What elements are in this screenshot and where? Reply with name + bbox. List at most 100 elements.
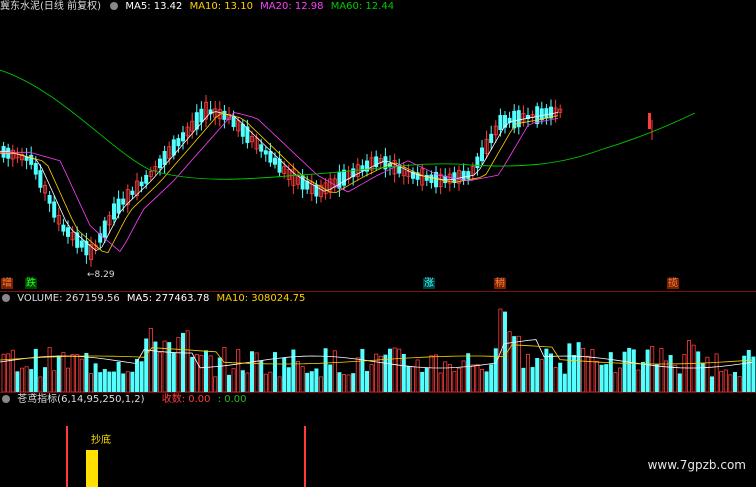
- volume-bar: [341, 374, 346, 392]
- volume-bar: [199, 354, 204, 392]
- volume-bar: [654, 364, 659, 392]
- volume-bar: [98, 372, 103, 392]
- chaodi-bar: [86, 450, 98, 487]
- volume-bar: [401, 353, 406, 392]
- volume-bar: [438, 372, 443, 392]
- volume-bar: [526, 353, 531, 392]
- volume-bar: [167, 342, 172, 392]
- volume-bar: [213, 376, 218, 392]
- volume-bar: [507, 331, 512, 392]
- volume-chart: [0, 308, 756, 392]
- volume-bar: [121, 373, 126, 392]
- volume-bar: [539, 359, 544, 392]
- candle-body: [47, 195, 52, 204]
- volume-bar: [461, 360, 466, 392]
- volume-bar: [424, 367, 429, 392]
- volume-bar: [254, 352, 259, 392]
- volume-bar: [622, 351, 627, 392]
- volume-bar: [475, 363, 480, 392]
- volume-bar: [387, 348, 392, 392]
- volume-bar: [75, 354, 80, 392]
- signal-line: [66, 426, 68, 487]
- candle-body: [61, 224, 66, 232]
- volume-bar: [650, 345, 655, 392]
- volume-bar: [10, 349, 15, 392]
- low-annotation: ←8.29: [87, 270, 115, 280]
- volume-bar: [549, 353, 554, 392]
- ma20-line: [0, 112, 559, 253]
- volume-bar: [410, 366, 415, 392]
- volume-panel: VOLUME: 267159.56 MA5: 277463.78 MA10: 3…: [0, 292, 756, 392]
- candle-body: [461, 170, 466, 181]
- candle-body: [171, 139, 176, 156]
- volume-bar: [102, 369, 107, 392]
- volume-bar: [153, 341, 158, 392]
- volume-bar: [70, 354, 75, 392]
- volume-bar: [733, 372, 738, 392]
- volume-bar: [590, 348, 595, 392]
- volume-bar: [710, 376, 715, 392]
- volume-bar: [203, 350, 208, 392]
- volume-bar: [673, 364, 678, 392]
- tag-zeng: 增: [1, 278, 13, 289]
- candle-body: [240, 123, 245, 137]
- volume-bar: [728, 374, 733, 392]
- volume-bar: [314, 368, 319, 392]
- candle-body: [139, 181, 144, 187]
- volume-bar: [470, 364, 475, 392]
- volume-bar: [318, 376, 323, 392]
- volume-bar: [240, 370, 245, 392]
- volume-bar: [493, 348, 498, 392]
- volume-bar: [677, 373, 682, 392]
- volume-bar: [737, 376, 742, 392]
- candle-body: [144, 174, 149, 184]
- volume-bar: [535, 358, 540, 392]
- volume-bar: [43, 367, 48, 392]
- volume-bar: [144, 338, 149, 392]
- candle-body: [79, 240, 84, 248]
- volume-bar: [604, 364, 609, 392]
- candle-body: [231, 115, 236, 127]
- indicator-chart: [66, 426, 306, 487]
- volume-bar: [415, 359, 420, 392]
- indicator-panel: 苍鸢指标(6,14,95,250,1,2) 收数: 0.00 : 0.00 抄底…: [0, 393, 756, 487]
- volume-bar: [277, 376, 282, 392]
- volume-bar: [56, 355, 61, 392]
- volume-bar: [447, 364, 452, 392]
- volume-bar: [157, 352, 162, 392]
- volume-bar: [231, 368, 236, 392]
- candle-body: [272, 157, 277, 165]
- volume-bar: [139, 361, 144, 392]
- volume-bar: [516, 335, 521, 392]
- volume-bar: [89, 373, 94, 392]
- volume-bar: [714, 353, 719, 392]
- volume-bar: [84, 352, 89, 392]
- candle-body: [479, 147, 484, 162]
- volume-bar: [595, 360, 600, 392]
- volume-bar: [521, 367, 526, 392]
- volume-bar: [429, 355, 434, 392]
- volume-bar: [682, 354, 687, 392]
- volume-bar: [544, 348, 549, 392]
- volume-bar: [406, 366, 411, 392]
- low-value: 8.29: [94, 270, 115, 280]
- candle-body: [648, 113, 651, 129]
- ma10-line: [0, 112, 559, 254]
- volume-bar: [613, 372, 618, 392]
- candle-body: [337, 171, 342, 189]
- candle-body: [489, 133, 494, 144]
- volume-bar: [337, 372, 342, 392]
- volume-bar: [176, 336, 181, 392]
- ma5-line: [0, 111, 559, 252]
- candle-body: [498, 115, 503, 130]
- volume-bar: [383, 354, 388, 392]
- volume-bar: [489, 364, 494, 392]
- candle-body: [268, 151, 273, 163]
- candle-body: [121, 198, 126, 205]
- volume-bar: [443, 361, 448, 392]
- volume-bar: [636, 369, 641, 392]
- candle-body: [549, 106, 554, 119]
- volume-bar: [245, 372, 250, 392]
- volume-bar: [217, 357, 222, 392]
- volume-bar: [226, 374, 231, 392]
